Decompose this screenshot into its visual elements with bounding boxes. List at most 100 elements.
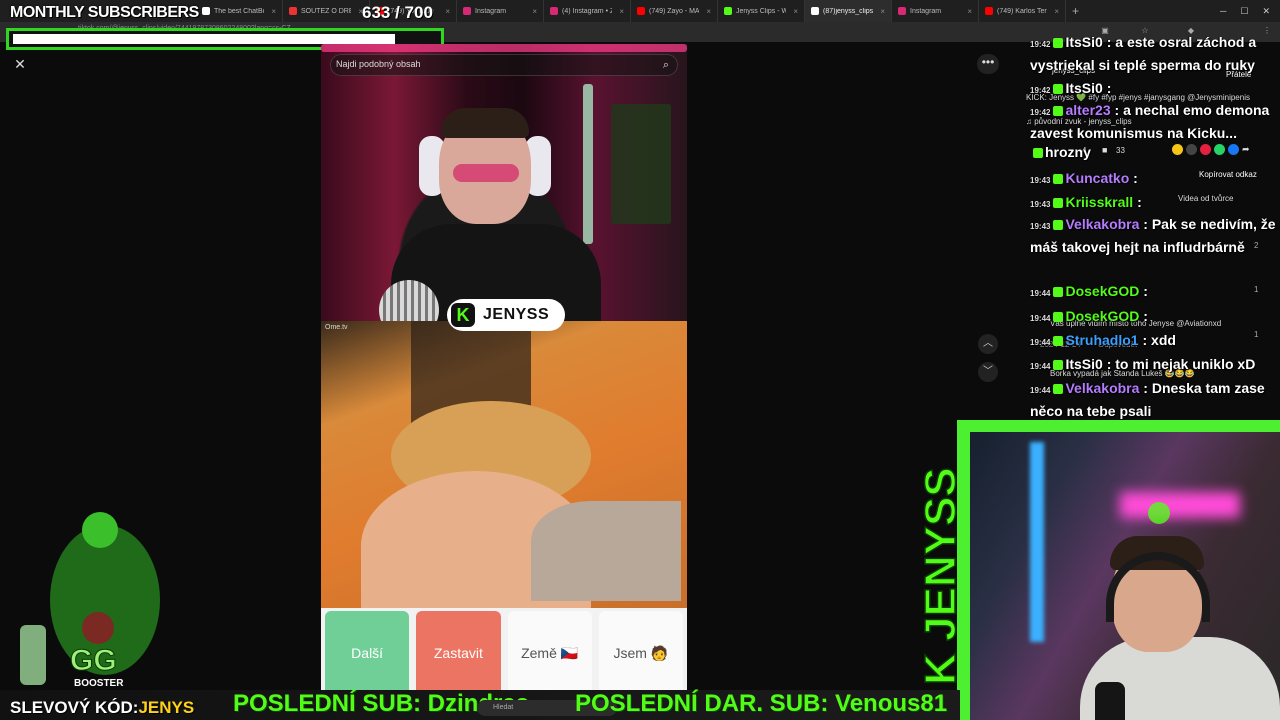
stream-chat: 19:42 ItsSi0 : a este osral záchod a vyst…: [1024, 30, 1280, 420]
chat-username[interactable]: DosekGOD: [1065, 308, 1139, 324]
chat-timestamp: 19:44: [1030, 289, 1051, 298]
chat-message: 19:42 ItsSi0 :: [1030, 78, 1276, 101]
mascot-booster-text: BOOSTER: [74, 678, 124, 689]
tab-close-icon[interactable]: ×: [445, 7, 450, 16]
chevron-up-icon[interactable]: ︿: [978, 334, 998, 354]
promo-code: JENYS: [138, 698, 195, 717]
chat-username[interactable]: DosekGOD: [1065, 283, 1139, 299]
close-icon[interactable]: ✕: [10, 54, 30, 74]
kick-badge-icon: [1053, 106, 1064, 117]
chat-username[interactable]: hrozny: [1045, 144, 1091, 160]
chat-username[interactable]: ItsSi0: [1065, 80, 1102, 96]
chat-message: 19:44 Struhadlo1 : xdd: [1030, 330, 1276, 353]
browser-tab[interactable]: (749) Zayo - MANU ×: [631, 0, 718, 22]
tab-close-icon[interactable]: ×: [271, 7, 276, 16]
browser-tab[interactable]: Instagram ×: [457, 0, 544, 22]
chat-username[interactable]: ItsSi0: [1065, 34, 1102, 50]
tab-close-icon[interactable]: ×: [793, 7, 798, 16]
chat-username[interactable]: Velkakobra: [1065, 216, 1139, 232]
close-window-icon[interactable]: ✕: [1262, 6, 1270, 17]
top-video-feed: [321, 44, 687, 321]
kick-badge-icon: [1033, 148, 1043, 159]
gender-button[interactable]: Jsem 🧑: [598, 611, 683, 695]
tab-close-icon[interactable]: ×: [1054, 7, 1059, 16]
kick-badge-icon: [1053, 84, 1064, 95]
chat-text: :: [1137, 194, 1142, 210]
blue-light: [1030, 442, 1044, 642]
tab-label: (749) Karlos Termin: [997, 7, 1047, 15]
tab-favicon-icon: [811, 7, 819, 15]
next-button[interactable]: Další: [325, 611, 410, 695]
tab-label: SOUTĚŽ O DRESY: [301, 7, 351, 15]
kick-badge-icon: [1053, 336, 1064, 347]
search-placeholder: Najdi podobný obsah: [336, 59, 421, 69]
streamer-name: JENYSS: [483, 306, 550, 323]
chat-text: :: [1106, 80, 1112, 96]
browser-tab[interactable]: (749) Karlos Termin ×: [979, 0, 1066, 22]
kick-badge-icon: [1053, 312, 1064, 323]
stop-button[interactable]: Zastavit: [416, 611, 501, 695]
chevron-down-icon[interactable]: ﹀: [978, 362, 998, 382]
chat-text: : to mi nejak uniklo xD: [1106, 356, 1256, 372]
browser-tab[interactable]: SOUTĚŽ O DRESY×: [283, 0, 370, 22]
browser-tab[interactable]: (4) Instagram • Zprá ×: [544, 0, 631, 22]
promo-code-label: SLEVOVÝ KÓD:JENYS: [10, 698, 194, 718]
pink-neon-light: [1120, 492, 1240, 518]
chat-username[interactable]: Kuncatko: [1065, 170, 1129, 186]
more-options-icon[interactable]: •••: [977, 54, 999, 74]
chat-message: 19:44 DosekGOD :: [1030, 306, 1276, 329]
chat-message: 19:43 Velkakobra : Pak se nedivím, že máš…: [1030, 214, 1276, 257]
country-button[interactable]: Země 🇨🇿: [507, 611, 592, 695]
chat-text: :: [1143, 283, 1148, 299]
kick-badge-icon: [1053, 287, 1064, 298]
chat-text: :: [1143, 308, 1148, 324]
kick-badge-icon: [1053, 360, 1064, 371]
ometv-controls: Další Zastavit Země 🇨🇿 Jsem 🧑: [321, 608, 687, 698]
neon-light: [583, 84, 593, 244]
chat-message: 19:43 Kriisskrall :: [1030, 192, 1276, 215]
tab-close-icon[interactable]: ×: [532, 7, 537, 16]
webcam-feed: [970, 432, 1280, 720]
search-icon[interactable]: ⌕: [658, 57, 674, 73]
browser-tab[interactable]: Instagram ×: [892, 0, 979, 22]
mascot-ball: [82, 612, 114, 644]
mascot-cup: [20, 625, 46, 685]
tab-label: (749) Zayo - MANU: [649, 7, 700, 15]
tab-close-icon[interactable]: ×: [706, 7, 711, 16]
chat-timestamp: 19:42: [1030, 108, 1051, 117]
blanket: [531, 501, 681, 601]
chat-timestamp: 19:42: [1030, 40, 1051, 49]
kick-badge-icon: [1053, 198, 1064, 209]
tab-label: Instagram: [910, 7, 942, 15]
chat-text: : a este osral záchod a vystriekal si te…: [1030, 34, 1257, 73]
chat-timestamp: 19:44: [1030, 386, 1051, 395]
tab-close-icon[interactable]: ×: [967, 7, 972, 16]
tabs-list: The best ChatBot a×SOUTĚŽ O DRESY×(749) …: [196, 0, 1066, 22]
browser-tab[interactable]: (87)jenyss_clips ×: [805, 0, 892, 22]
chat-username[interactable]: Kriisskrall: [1065, 194, 1133, 210]
tab-close-icon[interactable]: ×: [880, 7, 885, 16]
new-tab-button[interactable]: +: [1066, 4, 1085, 18]
mascot-head: [82, 512, 118, 548]
browser-tab[interactable]: The best ChatBot a ×: [196, 0, 283, 22]
bottom-video-feed: [321, 321, 687, 608]
subscriber-progress-fill: [13, 34, 395, 44]
subscriber-count: 633 / 700: [362, 3, 433, 22]
last-donation-label: POSLEDNÍ DAR. SUB: Venous81: [575, 690, 948, 717]
chat-username[interactable]: Velkakobra: [1065, 380, 1139, 396]
chat-message: 19:43 Kuncatko :: [1030, 168, 1276, 191]
streamer-name-badge: K JENYSS: [447, 299, 565, 331]
chat-username[interactable]: Struhadlo1: [1065, 332, 1138, 348]
promo-prefix: SLEVOVÝ KÓD:: [10, 698, 139, 717]
chat-username[interactable]: alter23: [1065, 102, 1110, 118]
kick-badge-icon: [1053, 220, 1064, 231]
ometv-watermark: Ome.tv: [325, 324, 348, 331]
browser-tab[interactable]: Jenyss Clips - Watch ×: [718, 0, 805, 22]
tab-label: (4) Instagram • Zprá: [562, 7, 612, 15]
chat-username[interactable]: ItsSi0: [1065, 356, 1102, 372]
maximize-icon[interactable]: ☐: [1240, 6, 1248, 17]
streamer-glasses: [453, 164, 519, 182]
tab-label: The best ChatBot a: [214, 7, 264, 15]
minimize-icon[interactable]: ─: [1220, 6, 1226, 17]
tab-close-icon[interactable]: ×: [619, 7, 624, 16]
